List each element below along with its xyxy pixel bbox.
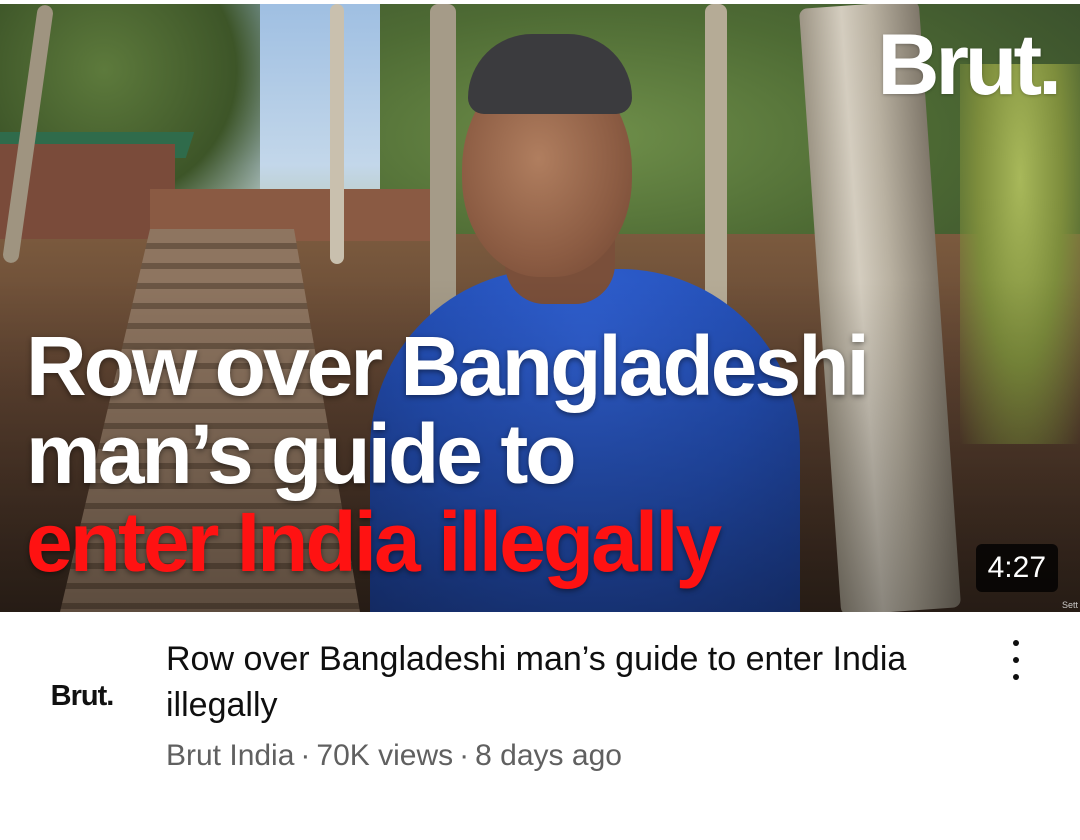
headline-line: man’s guide to bbox=[26, 407, 577, 501]
more-vert-icon[interactable] bbox=[1004, 640, 1028, 680]
channel-name[interactable]: Brut India bbox=[166, 739, 294, 772]
corner-text: Sett bbox=[1061, 600, 1078, 610]
menu-dot bbox=[1013, 640, 1019, 646]
separator: · bbox=[459, 739, 470, 772]
separator: · bbox=[300, 739, 311, 772]
video-card: Brut. Row over Bangladeshi man’s guide t… bbox=[0, 0, 1080, 840]
upload-age: 8 days ago bbox=[475, 739, 622, 772]
channel-avatar[interactable]: Brut. bbox=[34, 648, 130, 744]
headline-line: Row over Bangladeshi bbox=[26, 319, 870, 413]
duration-badge: 4:27 bbox=[975, 544, 1058, 592]
video-details: Brut. Row over Bangladeshi man’s guide t… bbox=[0, 612, 1080, 840]
thumbnail-headline: Row over Bangladeshi man’s guide to ente… bbox=[26, 322, 1026, 586]
menu-dot bbox=[1013, 657, 1019, 663]
video-thumbnail[interactable]: Brut. Row over Bangladeshi man’s guide t… bbox=[0, 4, 1080, 612]
brand-logo: Brut. bbox=[877, 17, 1062, 113]
view-count: 70K views bbox=[316, 739, 454, 772]
menu-dot bbox=[1013, 674, 1019, 680]
channel-avatar-text: Brut. bbox=[50, 679, 115, 712]
video-title[interactable]: Row over Bangladeshi man’s guide to ente… bbox=[166, 636, 956, 728]
headline-highlight: enter India illegally bbox=[26, 495, 722, 589]
video-metadata: Brut India · 70K views · 8 days ago bbox=[166, 736, 966, 776]
